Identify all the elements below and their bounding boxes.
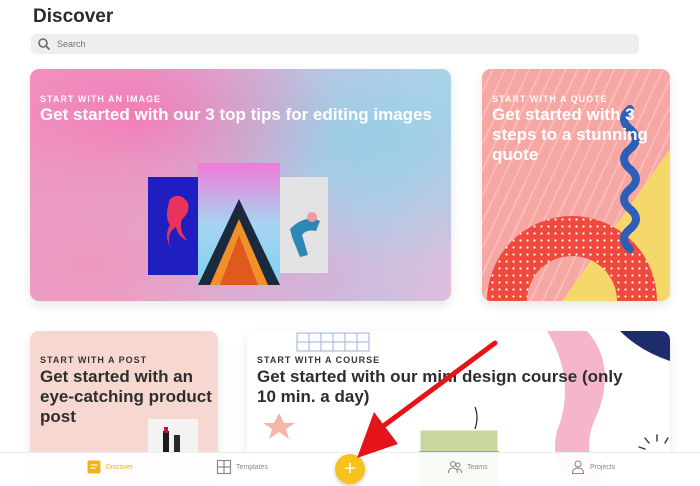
- image-collage-illustration: [148, 163, 328, 285]
- page-title: Discover: [33, 6, 114, 27]
- tab-label: Templates: [236, 463, 268, 471]
- card-eyebrow: START WITH AN IMAGE: [40, 94, 161, 104]
- search-icon: [38, 38, 50, 50]
- card-title: Get started with 3 steps to a stunning q…: [492, 105, 648, 165]
- tab-projects[interactable]: Projects: [570, 459, 615, 475]
- tab-teams[interactable]: Teams: [447, 459, 488, 475]
- discover-icon: [87, 460, 101, 474]
- card-eyebrow: START WITH A COURSE: [257, 355, 381, 365]
- card-eyebrow: START WITH A QUOTE: [492, 94, 608, 104]
- tab-templates[interactable]: Templates: [216, 459, 268, 475]
- search-bar[interactable]: [31, 34, 639, 54]
- card-start-with-image[interactable]: START WITH AN IMAGE Get started with our…: [30, 69, 451, 301]
- plus-icon: +: [344, 458, 356, 480]
- tab-label: Teams: [467, 463, 488, 471]
- teams-icon: [447, 460, 463, 474]
- card-start-with-quote[interactable]: START WITH A QUOTE Get started with 3 st…: [482, 69, 670, 301]
- projects-icon: [571, 460, 585, 475]
- create-button[interactable]: +: [335, 454, 365, 484]
- tab-label: Projects: [590, 463, 616, 471]
- card-eyebrow: START WITH A POST: [40, 355, 148, 365]
- search-input[interactable]: [57, 39, 617, 49]
- card-title: Get started with our 3 top tips for edit…: [40, 105, 432, 124]
- tab-label: Discover: [106, 463, 134, 471]
- tab-discover[interactable]: Discover: [86, 459, 133, 475]
- templates-icon: [216, 459, 232, 475]
- card-title: Get started with our mini design course …: [257, 367, 623, 407]
